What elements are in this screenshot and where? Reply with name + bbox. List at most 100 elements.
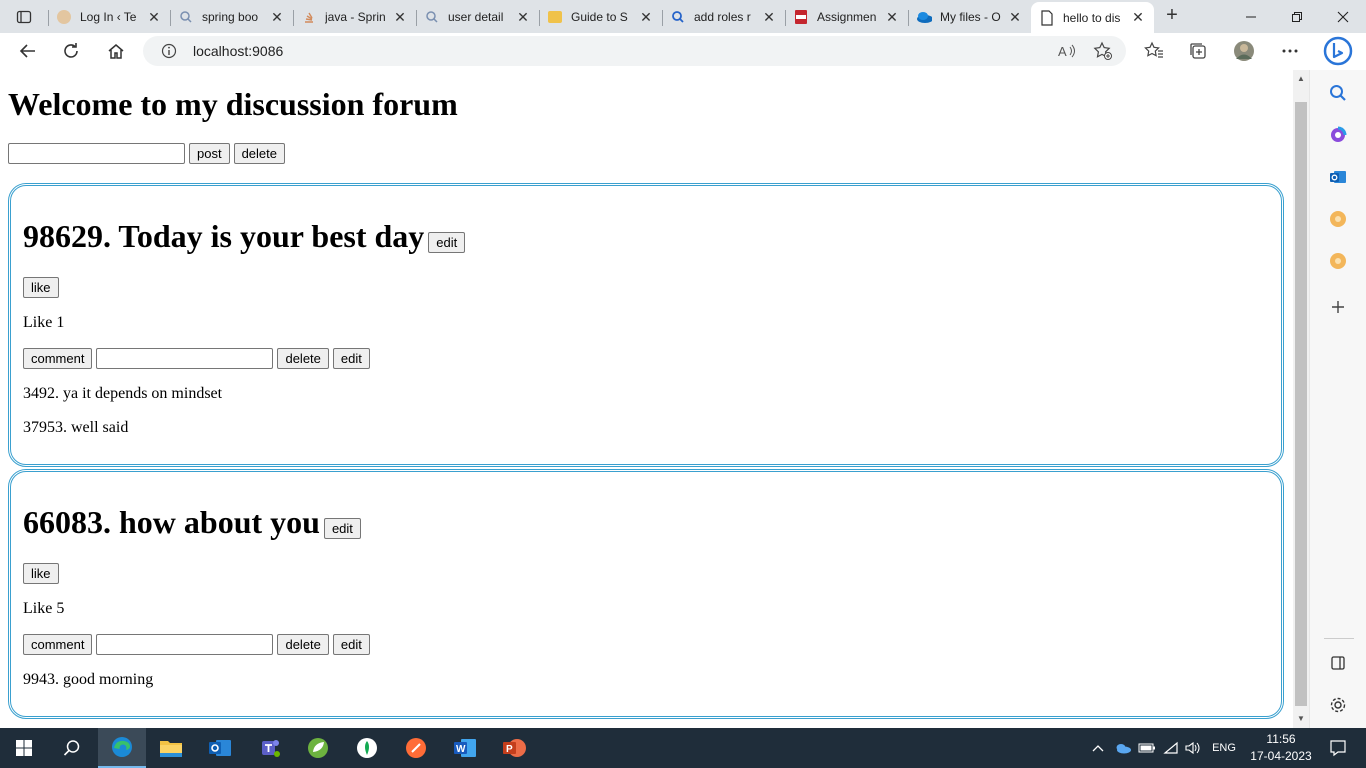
close-tab-icon[interactable]: ✕ — [392, 9, 408, 26]
add-favorite-icon[interactable] — [1090, 38, 1116, 64]
close-tab-icon[interactable]: ✕ — [638, 9, 654, 26]
comment-text: 37953. well said — [23, 419, 129, 436]
teams-icon[interactable] — [245, 728, 293, 768]
outlook-icon[interactable] — [196, 728, 244, 768]
favorites-icon[interactable] — [1141, 38, 1167, 64]
comment-button[interactable]: comment — [23, 634, 93, 655]
shopping-icon[interactable] — [1327, 124, 1349, 146]
close-tab-icon[interactable]: ✕ — [884, 9, 900, 26]
post-input[interactable] — [8, 143, 185, 164]
bing-copilot-icon[interactable] — [1322, 35, 1354, 67]
post-title-row: 66083. how about you edit — [23, 504, 361, 541]
edit-comment-button[interactable]: edit — [332, 634, 370, 655]
close-tab-icon[interactable]: ✕ — [1130, 9, 1146, 26]
profile-avatar-icon[interactable] — [1231, 38, 1257, 64]
wifi-icon[interactable] — [1160, 728, 1182, 768]
page-scrollbar[interactable]: ▲ ▼ — [1293, 70, 1309, 728]
post-title: 66083. how about you — [23, 504, 320, 540]
close-tab-icon[interactable]: ✕ — [146, 9, 162, 26]
delete-post-button[interactable]: delete — [233, 143, 285, 164]
outlook-icon[interactable] — [1327, 166, 1349, 188]
info-icon[interactable] — [161, 43, 177, 59]
svg-text:P: P — [506, 744, 513, 755]
language-indicator[interactable]: ENG — [1206, 728, 1242, 768]
volume-icon[interactable] — [1182, 728, 1204, 768]
tab-title: Assignmen — [817, 10, 877, 24]
svg-text:A: A — [1058, 44, 1067, 59]
search-icon[interactable] — [1327, 82, 1349, 104]
clock[interactable]: 11:56 17-04-2023 — [1246, 731, 1316, 765]
read-aloud-icon[interactable]: A — [1054, 38, 1080, 64]
comment-button[interactable]: comment — [23, 348, 93, 369]
tab-title: My files - O — [940, 10, 1001, 24]
minimize-icon[interactable] — [1228, 0, 1274, 33]
more-menu-icon[interactable] — [1277, 38, 1303, 64]
collections-icon[interactable] — [1185, 38, 1211, 64]
search-icon — [670, 9, 686, 25]
page-icon — [1039, 9, 1055, 26]
like-button[interactable]: like — [23, 563, 59, 584]
delete-comment-button[interactable]: delete — [277, 348, 329, 369]
home-icon[interactable] — [102, 37, 130, 65]
comment-form: comment delete edit — [23, 348, 370, 369]
like-button[interactable]: like — [23, 277, 59, 298]
settings-gear-icon[interactable] — [1327, 694, 1349, 716]
refresh-icon[interactable] — [57, 37, 85, 65]
post-button[interactable]: post — [189, 143, 230, 164]
tab-spring-boot[interactable]: spring boo ✕ — [170, 2, 293, 32]
battery-icon[interactable] — [1136, 728, 1158, 768]
sidebar-toggle-icon[interactable] — [1327, 652, 1349, 674]
restore-icon[interactable] — [1274, 0, 1320, 33]
tab-actions-icon[interactable] — [10, 6, 38, 28]
close-window-icon[interactable] — [1320, 0, 1366, 33]
url-input[interactable] — [193, 43, 793, 59]
mongodb-compass-icon[interactable] — [343, 728, 391, 768]
close-tab-icon[interactable]: ✕ — [761, 9, 777, 26]
onedrive-icon[interactable] — [1112, 728, 1134, 768]
edit-comment-button[interactable]: edit — [332, 348, 370, 369]
tab-my-files[interactable]: My files - O ✕ — [908, 2, 1031, 32]
word-icon[interactable]: W — [441, 728, 489, 768]
edge-sidebar — [1309, 70, 1366, 728]
search-icon — [178, 9, 194, 25]
back-icon[interactable] — [14, 37, 42, 65]
tab-java-spring[interactable]: java - Sprin ✕ — [293, 2, 416, 32]
extension-icon[interactable] — [1327, 250, 1349, 272]
file-explorer-icon[interactable] — [147, 728, 195, 768]
close-tab-icon[interactable]: ✕ — [1007, 9, 1023, 26]
postman-icon[interactable] — [392, 728, 440, 768]
comment-input[interactable] — [96, 634, 274, 655]
post-card: 66083. how about you edit like Like 5 co… — [8, 469, 1284, 719]
scroll-up-icon[interactable]: ▲ — [1296, 74, 1306, 84]
new-tab-icon[interactable]: + — [1160, 5, 1184, 27]
tab-assignment[interactable]: Assignmen ✕ — [785, 2, 908, 32]
powerpoint-icon[interactable]: P — [490, 728, 538, 768]
search-icon[interactable] — [48, 728, 96, 768]
spring-tool-icon[interactable] — [294, 728, 342, 768]
extension-icon[interactable] — [1327, 208, 1349, 230]
edge-browser-icon[interactable] — [98, 728, 146, 768]
sidebar-divider — [1324, 638, 1354, 639]
tab-login[interactable]: Log In ‹ Te ✕ — [48, 2, 170, 32]
scroll-thumb[interactable] — [1295, 102, 1307, 706]
delete-comment-button[interactable]: delete — [277, 634, 329, 655]
tab-guide[interactable]: Guide to S ✕ — [539, 2, 662, 32]
comment-input[interactable] — [96, 348, 274, 369]
tab-active-forum[interactable]: hello to dis ✕ — [1031, 2, 1154, 33]
address-bar[interactable] — [143, 36, 1126, 66]
tab-add-roles[interactable]: add roles r ✕ — [662, 2, 785, 32]
comment-text: 9943. good morning — [23, 671, 154, 688]
close-tab-icon[interactable]: ✕ — [269, 9, 285, 26]
close-tab-icon[interactable]: ✕ — [515, 9, 531, 26]
baeldung-icon — [547, 9, 563, 25]
add-icon[interactable] — [1327, 296, 1349, 318]
scroll-down-icon[interactable]: ▼ — [1296, 714, 1306, 724]
like-count: Like 5 — [23, 600, 65, 617]
edit-post-button[interactable]: edit — [323, 518, 361, 539]
windows-start-icon[interactable] — [0, 728, 48, 768]
show-hidden-icons-icon[interactable] — [1088, 728, 1108, 768]
tab-user-details[interactable]: user detail ✕ — [416, 2, 539, 32]
notifications-icon[interactable] — [1318, 728, 1358, 768]
search-icon — [424, 9, 440, 25]
edit-post-button[interactable]: edit — [428, 232, 466, 253]
